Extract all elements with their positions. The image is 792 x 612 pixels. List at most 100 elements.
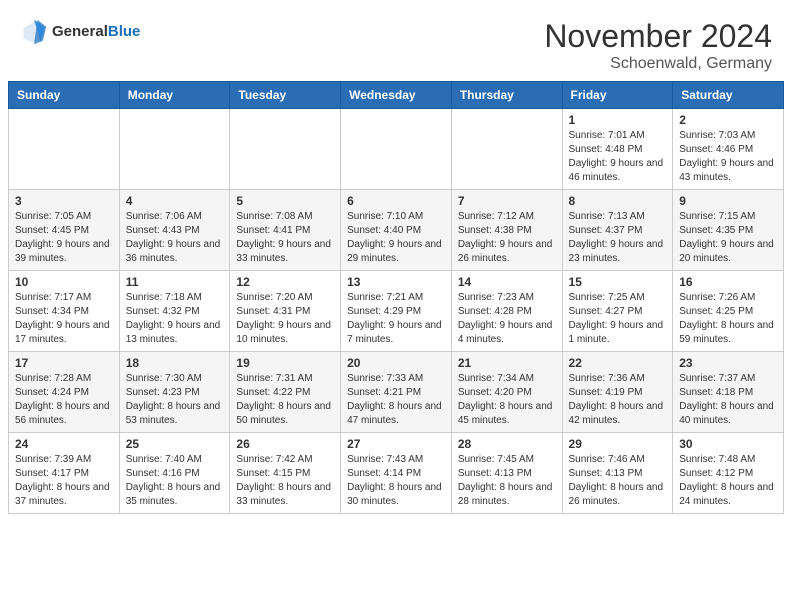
day-number: 21 <box>458 356 556 370</box>
calendar-cell <box>230 109 341 190</box>
day-number: 14 <box>458 275 556 289</box>
day-info: Sunrise: 7:43 AMSunset: 4:14 PMDaylight:… <box>347 453 445 509</box>
day-number: 19 <box>236 356 334 370</box>
day-info: Sunrise: 7:28 AMSunset: 4:24 PMDaylight:… <box>15 372 113 428</box>
weekday-header-tuesday: Tuesday <box>230 82 341 109</box>
calendar-week-row: 17 Sunrise: 7:28 AMSunset: 4:24 PMDayligh… <box>9 352 784 433</box>
calendar-cell <box>119 109 230 190</box>
calendar-cell: 17 Sunrise: 7:28 AMSunset: 4:24 PMDayligh… <box>9 352 120 433</box>
calendar-cell <box>9 109 120 190</box>
calendar-cell: 11 Sunrise: 7:18 AMSunset: 4:32 PMDayligh… <box>119 271 230 352</box>
day-number: 30 <box>679 437 777 451</box>
day-number: 7 <box>458 194 556 208</box>
title-area: November 2024 Schoenwald, Germany <box>544 18 772 73</box>
calendar-week-row: 3 Sunrise: 7:05 AMSunset: 4:45 PMDaylight… <box>9 190 784 271</box>
calendar-cell: 20 Sunrise: 7:33 AMSunset: 4:21 PMDayligh… <box>341 352 452 433</box>
day-info: Sunrise: 7:39 AMSunset: 4:17 PMDaylight:… <box>15 453 113 509</box>
month-title: November 2024 <box>544 18 772 55</box>
location-title: Schoenwald, Germany <box>544 55 772 73</box>
calendar-cell: 28Sunrise: 7:45 AMSunset: 4:13 PMDayligh… <box>451 433 562 514</box>
calendar-cell: 3 Sunrise: 7:05 AMSunset: 4:45 PMDaylight… <box>9 190 120 271</box>
day-number: 17 <box>15 356 113 370</box>
day-number: 13 <box>347 275 445 289</box>
day-info: Sunrise: 7:01 AMSunset: 4:48 PMDaylight:… <box>569 129 667 185</box>
calendar-cell: 24Sunrise: 7:39 AMSunset: 4:17 PMDayligh… <box>9 433 120 514</box>
day-number: 2 <box>679 113 777 127</box>
day-number: 22 <box>569 356 667 370</box>
day-number: 20 <box>347 356 445 370</box>
day-info: Sunrise: 7:34 AMSunset: 4:20 PMDaylight:… <box>458 372 556 428</box>
day-number: 23 <box>679 356 777 370</box>
calendar-cell: 21 Sunrise: 7:34 AMSunset: 4:20 PMDayligh… <box>451 352 562 433</box>
calendar-cell: 22 Sunrise: 7:36 AMSunset: 4:19 PMDayligh… <box>562 352 673 433</box>
day-number: 12 <box>236 275 334 289</box>
calendar-cell: 9Sunrise: 7:15 AMSunset: 4:35 PMDaylight… <box>673 190 784 271</box>
day-number: 27 <box>347 437 445 451</box>
day-number: 25 <box>126 437 224 451</box>
day-number: 18 <box>126 356 224 370</box>
calendar-cell: 2Sunrise: 7:03 AMSunset: 4:46 PMDaylight… <box>673 109 784 190</box>
calendar-cell: 4Sunrise: 7:06 AMSunset: 4:43 PMDaylight… <box>119 190 230 271</box>
header: GeneralBlue November 2024 Schoenwald, Ge… <box>0 0 792 81</box>
calendar-cell: 15 Sunrise: 7:25 AMSunset: 4:27 PMDayligh… <box>562 271 673 352</box>
calendar-cell: 23 Sunrise: 7:37 AMSunset: 4:18 PMDayligh… <box>673 352 784 433</box>
day-info: Sunrise: 7:25 AMSunset: 4:27 PMDaylight:… <box>569 291 667 347</box>
calendar-cell: 1 Sunrise: 7:01 AMSunset: 4:48 PMDaylight… <box>562 109 673 190</box>
calendar-week-row: 10 Sunrise: 7:17 AMSunset: 4:34 PMDayligh… <box>9 271 784 352</box>
day-info: Sunrise: 7:45 AMSunset: 4:13 PMDaylight:… <box>458 453 556 509</box>
day-info: Sunrise: 7:31 AMSunset: 4:22 PMDaylight:… <box>236 372 334 428</box>
weekday-header-row: SundayMondayTuesdayWednesdayThursdayFrid… <box>9 82 784 109</box>
weekday-header-friday: Friday <box>562 82 673 109</box>
logo-text-blue: Blue <box>108 23 141 40</box>
day-number: 3 <box>15 194 113 208</box>
day-info: Sunrise: 7:08 AMSunset: 4:41 PMDaylight:… <box>236 210 334 266</box>
day-number: 15 <box>569 275 667 289</box>
day-info: Sunrise: 7:10 AMSunset: 4:40 PMDaylight:… <box>347 210 445 266</box>
day-number: 11 <box>126 275 224 289</box>
day-number: 4 <box>126 194 224 208</box>
calendar-cell: 7Sunrise: 7:12 AMSunset: 4:38 PMDaylight… <box>451 190 562 271</box>
logo-text-general: General <box>52 23 108 40</box>
calendar-header: SundayMondayTuesdayWednesdayThursdayFrid… <box>9 82 784 109</box>
generalblue-logo-icon <box>20 18 48 46</box>
calendar-cell: 5Sunrise: 7:08 AMSunset: 4:41 PMDaylight… <box>230 190 341 271</box>
day-info: Sunrise: 7:42 AMSunset: 4:15 PMDaylight:… <box>236 453 334 509</box>
calendar-cell: 16 Sunrise: 7:26 AMSunset: 4:25 PMDayligh… <box>673 271 784 352</box>
calendar-cell: 8 Sunrise: 7:13 AMSunset: 4:37 PMDaylight… <box>562 190 673 271</box>
calendar-cell: 30 Sunrise: 7:48 AMSunset: 4:12 PMDayligh… <box>673 433 784 514</box>
day-info: Sunrise: 7:37 AMSunset: 4:18 PMDaylight:… <box>679 372 777 428</box>
calendar-cell: 6 Sunrise: 7:10 AMSunset: 4:40 PMDaylight… <box>341 190 452 271</box>
day-number: 6 <box>347 194 445 208</box>
day-info: Sunrise: 7:05 AMSunset: 4:45 PMDaylight:… <box>15 210 113 266</box>
calendar-cell <box>341 109 452 190</box>
logo: GeneralBlue <box>20 18 140 46</box>
calendar-cell: 12Sunrise: 7:20 AMSunset: 4:31 PMDayligh… <box>230 271 341 352</box>
day-number: 10 <box>15 275 113 289</box>
day-info: Sunrise: 7:17 AMSunset: 4:34 PMDaylight:… <box>15 291 113 347</box>
day-info: Sunrise: 7:26 AMSunset: 4:25 PMDaylight:… <box>679 291 777 347</box>
day-number: 29 <box>569 437 667 451</box>
day-number: 1 <box>569 113 667 127</box>
calendar-cell: 13Sunrise: 7:21 AMSunset: 4:29 PMDayligh… <box>341 271 452 352</box>
calendar-week-row: 1 Sunrise: 7:01 AMSunset: 4:48 PMDaylight… <box>9 109 784 190</box>
day-info: Sunrise: 7:23 AMSunset: 4:28 PMDaylight:… <box>458 291 556 347</box>
calendar-cell: 18 Sunrise: 7:30 AMSunset: 4:23 PMDayligh… <box>119 352 230 433</box>
weekday-header-sunday: Sunday <box>9 82 120 109</box>
day-info: Sunrise: 7:13 AMSunset: 4:37 PMDaylight:… <box>569 210 667 266</box>
calendar-cell <box>451 109 562 190</box>
calendar-table: SundayMondayTuesdayWednesdayThursdayFrid… <box>8 81 784 514</box>
calendar-cell: 25 Sunrise: 7:40 AMSunset: 4:16 PMDayligh… <box>119 433 230 514</box>
day-number: 16 <box>679 275 777 289</box>
weekday-header-saturday: Saturday <box>673 82 784 109</box>
calendar-cell: 26Sunrise: 7:42 AMSunset: 4:15 PMDayligh… <box>230 433 341 514</box>
day-number: 9 <box>679 194 777 208</box>
day-info: Sunrise: 7:30 AMSunset: 4:23 PMDaylight:… <box>126 372 224 428</box>
day-number: 8 <box>569 194 667 208</box>
calendar-cell: 29Sunrise: 7:46 AMSunset: 4:13 PMDayligh… <box>562 433 673 514</box>
day-info: Sunrise: 7:48 AMSunset: 4:12 PMDaylight:… <box>679 453 777 509</box>
day-info: Sunrise: 7:33 AMSunset: 4:21 PMDaylight:… <box>347 372 445 428</box>
day-info: Sunrise: 7:40 AMSunset: 4:16 PMDaylight:… <box>126 453 224 509</box>
day-info: Sunrise: 7:18 AMSunset: 4:32 PMDaylight:… <box>126 291 224 347</box>
calendar-cell: 27 Sunrise: 7:43 AMSunset: 4:14 PMDayligh… <box>341 433 452 514</box>
day-info: Sunrise: 7:36 AMSunset: 4:19 PMDaylight:… <box>569 372 667 428</box>
